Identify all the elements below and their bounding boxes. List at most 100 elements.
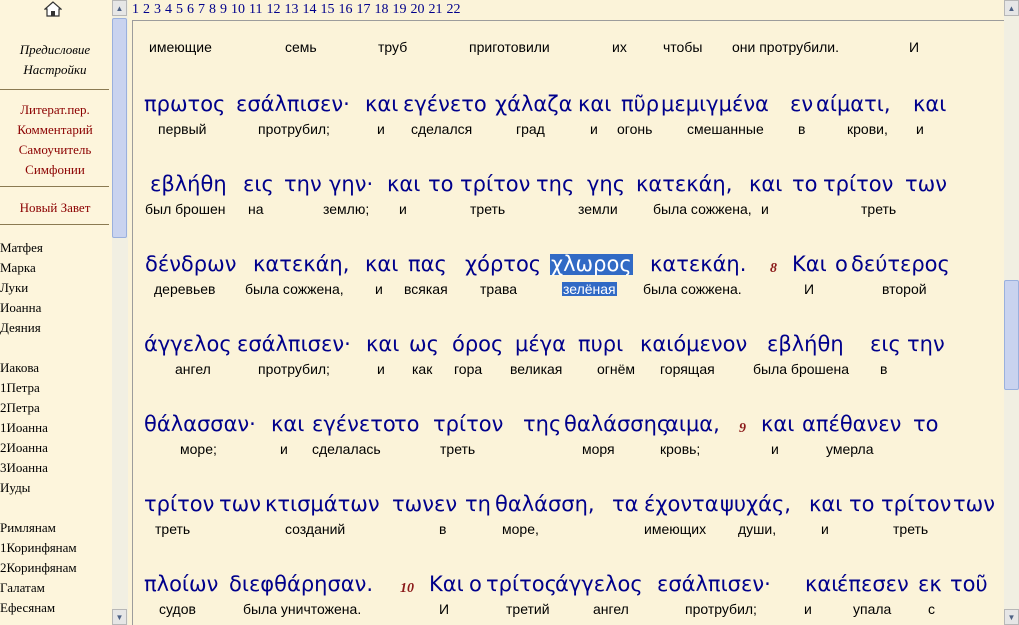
greek-word[interactable]: και xyxy=(365,94,398,115)
chapter-link-17[interactable]: 17 xyxy=(356,2,370,17)
chapter-link-4[interactable]: 4 xyxy=(165,2,172,17)
greek-word[interactable]: εσάλπισεν· xyxy=(657,574,771,595)
chapter-link-9[interactable]: 9 xyxy=(220,2,227,17)
greek-word[interactable]: Και xyxy=(429,574,464,595)
chapter-link-6[interactable]: 6 xyxy=(187,2,194,17)
chapter-link-18[interactable]: 18 xyxy=(374,2,388,17)
chapter-link-7[interactable]: 7 xyxy=(198,2,205,17)
greek-word[interactable]: εβλήθη xyxy=(150,174,227,195)
greek-word[interactable]: των xyxy=(392,494,434,515)
greek-word[interactable]: αίματι, xyxy=(816,94,891,115)
greek-word[interactable]: ψυχάς, xyxy=(720,494,791,515)
greek-word[interactable]: τρίτον xyxy=(433,414,503,435)
chapter-link-19[interactable]: 19 xyxy=(392,2,406,17)
greek-word[interactable]: τρίτον xyxy=(881,494,951,515)
scroll-down-icon[interactable]: ▼ xyxy=(112,609,127,625)
scroll-up-icon[interactable]: ▲ xyxy=(1004,0,1019,16)
scroll-up-icon[interactable]: ▲ xyxy=(112,0,127,16)
greek-word[interactable]: των xyxy=(905,174,947,195)
greek-word[interactable]: όρος xyxy=(452,334,503,355)
greek-word[interactable]: κατεκάη, xyxy=(636,174,732,195)
greek-word[interactable]: θάλασσαν· xyxy=(144,414,256,435)
concordance-link[interactable]: Симфонии xyxy=(0,160,110,180)
greek-word[interactable]: και xyxy=(387,174,420,195)
nav-scrollbar[interactable]: ▲ ▼ xyxy=(112,0,128,625)
chapter-link-21[interactable]: 21 xyxy=(428,2,442,17)
new-testament-link[interactable]: Новый Завет xyxy=(0,198,110,218)
greek-word[interactable]: πλοίων xyxy=(144,574,218,595)
greek-word[interactable]: πας xyxy=(408,254,447,275)
greek-word[interactable]: μέγα xyxy=(515,334,566,355)
greek-word[interactable]: άγγελος xyxy=(144,334,232,355)
greek-word[interactable]: εγένετο xyxy=(312,414,396,435)
greek-word[interactable]: εις xyxy=(870,334,901,355)
greek-word[interactable]: το xyxy=(849,494,875,515)
chapter-link-22[interactable]: 22 xyxy=(446,2,460,17)
greek-word[interactable]: το xyxy=(913,414,939,435)
greek-word[interactable]: γην· xyxy=(329,174,373,195)
greek-word[interactable]: καιόμενον xyxy=(640,334,747,355)
greek-word[interactable]: τρίτος xyxy=(486,574,557,595)
greek-word[interactable]: δένδρων xyxy=(145,254,236,275)
greek-word[interactable]: εις xyxy=(243,174,274,195)
book-link-acts[interactable]: Деяния xyxy=(0,318,41,338)
greek-word[interactable]: τρίτον xyxy=(144,494,214,515)
greek-word[interactable]: εβλήθη xyxy=(767,334,844,355)
greek-word[interactable]: χόρτος xyxy=(465,254,541,275)
greek-word[interactable]: απέθανεν xyxy=(802,414,901,435)
greek-word[interactable]: κτισμάτων xyxy=(265,494,380,515)
greek-word[interactable]: θαλάσσης xyxy=(564,414,669,435)
greek-word[interactable]: της xyxy=(536,174,574,195)
greek-word[interactable]: εσάλπισεν· xyxy=(237,334,351,355)
text-scrollbar[interactable]: ▲ ▼ xyxy=(1004,0,1019,625)
settings-link[interactable]: Настройки xyxy=(0,60,110,80)
greek-word[interactable]: κατεκάη. xyxy=(650,254,746,275)
greek-word[interactable]: μεμιγμένα xyxy=(661,94,769,115)
chapter-link-8[interactable]: 8 xyxy=(209,2,216,17)
greek-word[interactable]: την xyxy=(907,334,945,355)
chapter-link-1[interactable]: 1 xyxy=(132,2,139,17)
chapter-link-11[interactable]: 11 xyxy=(249,2,262,17)
greek-word[interactable]: διεφθάρησαν. xyxy=(229,574,373,595)
greek-word[interactable]: ο xyxy=(469,574,482,595)
greek-word[interactable]: πυρι xyxy=(578,334,623,355)
greek-word[interactable]: αιμα, xyxy=(665,414,720,435)
commentary-link[interactable]: Комментарий xyxy=(0,120,110,140)
greek-word[interactable]: και xyxy=(913,94,946,115)
book-link-1john[interactable]: 1Иоанна xyxy=(0,418,48,438)
book-link-ephesians[interactable]: Ефесянам xyxy=(0,598,55,618)
book-link-2corinthians[interactable]: 2Коринфянам xyxy=(0,558,77,578)
greek-word[interactable]: τρίτον xyxy=(460,174,530,195)
greek-word[interactable]: έχοντα xyxy=(644,494,719,515)
greek-word[interactable]: δεύτερος xyxy=(851,254,950,275)
book-link-3john[interactable]: 3Иоанна xyxy=(0,458,48,478)
greek-word[interactable]: των xyxy=(219,494,261,515)
verse-number[interactable]: 10 xyxy=(400,582,414,596)
greek-word[interactable]: ως xyxy=(409,334,439,355)
preface-link[interactable]: Предисловие xyxy=(0,40,110,60)
book-link-jude[interactable]: Иуды xyxy=(0,478,30,498)
greek-word[interactable]: Και xyxy=(792,254,827,275)
greek-word[interactable]: εσάλπισεν· xyxy=(236,94,350,115)
chapter-link-12[interactable]: 12 xyxy=(266,2,280,17)
scroll-down-icon[interactable]: ▼ xyxy=(1004,609,1019,625)
greek-word[interactable]: πῦρ xyxy=(621,94,659,115)
book-link-1peter[interactable]: 1Петра xyxy=(0,378,40,398)
self-study-link[interactable]: Самоучитель xyxy=(0,140,110,160)
chapter-link-20[interactable]: 20 xyxy=(410,2,424,17)
greek-word[interactable]: και xyxy=(366,334,399,355)
literary-translation-link[interactable]: Литерат.пер. xyxy=(0,100,110,120)
verse-number[interactable]: 9 xyxy=(739,422,746,436)
greek-word[interactable]: εκ xyxy=(918,574,942,595)
greek-word[interactable]: και xyxy=(761,414,794,435)
greek-word[interactable]: τη xyxy=(465,494,491,515)
chapter-link-16[interactable]: 16 xyxy=(338,2,352,17)
book-link-luke[interactable]: Луки xyxy=(0,278,28,298)
chapter-link-10[interactable]: 10 xyxy=(231,2,245,17)
greek-word[interactable]: τοῦ xyxy=(950,574,988,595)
greek-word[interactable]: το xyxy=(792,174,818,195)
greek-word[interactable]: πρωτος xyxy=(144,94,225,115)
greek-word[interactable]: χλωρος xyxy=(550,254,633,275)
greek-word[interactable]: τα xyxy=(612,494,639,515)
greek-word[interactable]: και xyxy=(271,414,304,435)
